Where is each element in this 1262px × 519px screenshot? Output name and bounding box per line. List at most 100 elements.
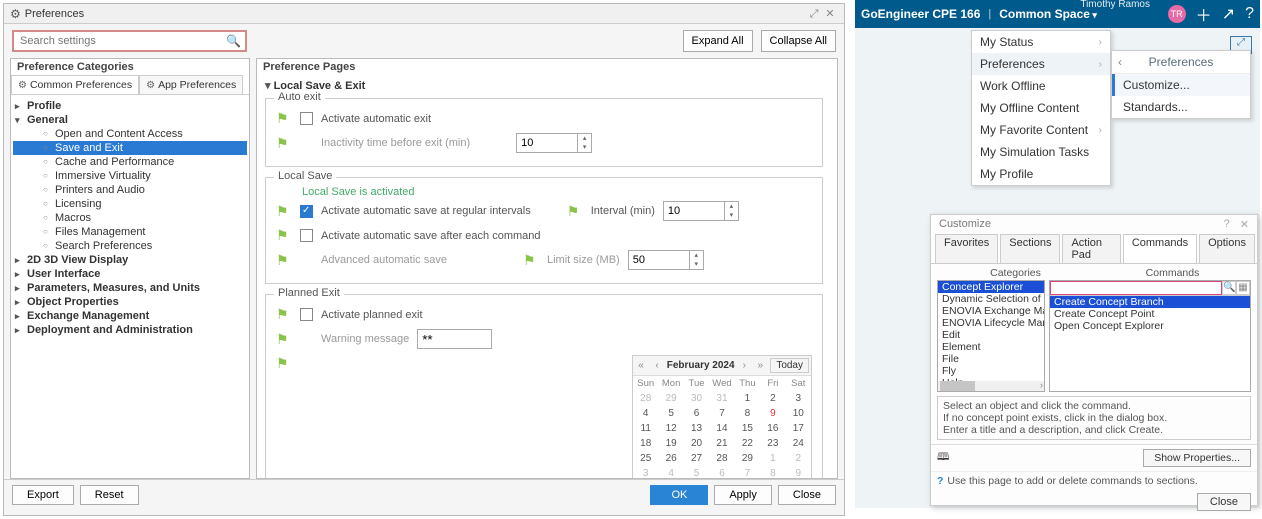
export-button[interactable]: Export [12, 485, 74, 505]
calendar-day[interactable]: 7 [709, 406, 734, 421]
help-icon[interactable]: ? [1245, 5, 1254, 23]
commands-listbox[interactable]: 🔍▦ Create Concept Branch Create Concept … [1049, 280, 1251, 392]
category-item[interactable]: Dynamic Selection of Instances [938, 293, 1044, 305]
tree-files-management[interactable]: Files Management [13, 225, 247, 239]
tab-commands[interactable]: Commands [1123, 234, 1197, 263]
calendar-day[interactable]: 6 [684, 406, 709, 421]
tree-2d3d-view[interactable]: 2D 3D View Display [13, 253, 247, 267]
menu-my-status[interactable]: My Status› [972, 31, 1110, 53]
tree-macros[interactable]: Macros [13, 211, 247, 225]
calendar-day[interactable]: 9 [786, 466, 811, 478]
tree-general[interactable]: General [13, 113, 247, 127]
menu-work-offline[interactable]: Work Offline [972, 75, 1110, 97]
input-inactivity-time[interactable]: ▴▾ [516, 133, 592, 153]
category-item[interactable]: Fly [938, 365, 1044, 377]
tree-search-preferences[interactable]: Search Preferences [13, 239, 247, 253]
show-properties-button[interactable]: Show Properties... [1143, 449, 1251, 467]
apply-button[interactable]: Apply [714, 485, 772, 505]
cal-next-year-icon[interactable]: » [752, 360, 768, 371]
calendar-day[interactable]: 1 [760, 451, 785, 466]
calendar-day[interactable]: 10 [786, 406, 811, 421]
tab-action-pad[interactable]: Action Pad [1062, 234, 1120, 263]
calendar-day[interactable]: 29 [658, 391, 683, 406]
checkbox-activate-auto-exit[interactable] [300, 112, 313, 125]
expand-all-button[interactable]: Expand All [683, 30, 753, 52]
calendar-day[interactable]: 3 [786, 391, 811, 406]
calendar-day[interactable]: 21 [709, 436, 734, 451]
calendar-day[interactable]: 24 [786, 436, 811, 451]
calendar-day[interactable]: 17 [786, 421, 811, 436]
category-item[interactable]: File [938, 353, 1044, 365]
back-icon[interactable]: ‹ [1118, 55, 1122, 69]
search-icon[interactable]: 🔍 [226, 34, 241, 48]
categories-listbox[interactable]: Concept Explorer Dynamic Selection of In… [937, 280, 1045, 392]
calendar-day[interactable]: 4 [633, 406, 658, 421]
calendar-day[interactable]: 2 [760, 391, 785, 406]
search-icon[interactable]: 🔍 [1222, 281, 1236, 295]
calendar-day[interactable]: 27 [684, 451, 709, 466]
submenu-customize[interactable]: Customize... [1112, 74, 1250, 96]
category-item[interactable]: ENOVIA Lifecycle Management [938, 317, 1044, 329]
calendar-day[interactable]: 4 [658, 466, 683, 478]
calendar-day[interactable]: 12 [658, 421, 683, 436]
calendar-day[interactable]: 8 [760, 466, 785, 478]
tab-sections[interactable]: Sections [1000, 234, 1060, 263]
tree-immersive-virtuality[interactable]: Immersive Virtuality [13, 169, 247, 183]
reset-button[interactable]: Reset [80, 485, 139, 505]
menu-offline-content[interactable]: My Offline Content [972, 97, 1110, 119]
tree-open-content-access[interactable]: Open and Content Access [13, 127, 247, 141]
cal-today-button[interactable]: Today [770, 358, 809, 373]
commands-search-input[interactable] [1050, 281, 1222, 295]
tree-cache-performance[interactable]: Cache and Performance [13, 155, 247, 169]
calendar-day[interactable]: 9 [760, 406, 785, 421]
calendar-day[interactable]: 31 [709, 391, 734, 406]
calendar-day[interactable]: 26 [658, 451, 683, 466]
calendar-day[interactable]: 3 [633, 466, 658, 478]
dialog-help-icon[interactable]: ? [1224, 218, 1230, 231]
menu-my-profile[interactable]: My Profile [972, 163, 1110, 185]
dialog-close-icon[interactable]: ✕ [1240, 218, 1249, 231]
calendar[interactable]: « ‹ February 2024 › » Today SunMonTueWed… [632, 355, 812, 478]
command-item[interactable]: Create Concept Point [1050, 308, 1250, 320]
customize-close-button[interactable]: Close [1197, 493, 1251, 511]
calendar-day[interactable]: 8 [735, 406, 760, 421]
calendar-day[interactable]: 23 [760, 436, 785, 451]
collapse-all-button[interactable]: Collapse All [761, 30, 836, 52]
tree-deployment-admin[interactable]: Deployment and Administration [13, 323, 247, 337]
avatar[interactable]: TR [1168, 5, 1186, 23]
calendar-day[interactable]: 29 [735, 451, 760, 466]
calendar-day[interactable]: 13 [684, 421, 709, 436]
calendar-day[interactable]: 28 [633, 391, 658, 406]
tab-common-preferences[interactable]: ⚙Common Preferences [11, 75, 139, 94]
calendar-day[interactable]: 30 [684, 391, 709, 406]
share-icon[interactable]: ↗ [1222, 4, 1235, 24]
calendar-day[interactable]: 15 [735, 421, 760, 436]
tree-save-and-exit[interactable]: Save and Exit [13, 141, 247, 155]
calendar-day[interactable]: 6 [709, 466, 734, 478]
calendar-day[interactable]: 1 [735, 391, 760, 406]
cal-prev-month-icon[interactable]: ‹ [649, 360, 665, 371]
section-local-save-exit[interactable]: Local Save & Exit [265, 77, 823, 94]
input-interval[interactable]: ▴▾ [663, 201, 739, 221]
search-input[interactable] [12, 30, 247, 52]
checkbox-save-intervals[interactable] [300, 205, 313, 218]
menu-preferences[interactable]: Preferences› [972, 53, 1110, 75]
input-limit-size[interactable]: ▴▾ [628, 250, 704, 270]
ok-button[interactable]: OK [650, 485, 708, 505]
menu-favorite-content[interactable]: My Favorite Content› [972, 119, 1110, 141]
close-window-icon[interactable]: ✕ [822, 4, 838, 24]
calendar-day[interactable]: 5 [684, 466, 709, 478]
tree-licensing[interactable]: Licensing [13, 197, 247, 211]
tree-object-properties[interactable]: Object Properties [13, 295, 247, 309]
input-warning-msg[interactable] [417, 329, 492, 349]
category-item[interactable]: Concept Explorer [938, 281, 1044, 293]
tree-exchange-management[interactable]: Exchange Management [13, 309, 247, 323]
calendar-day[interactable]: 2 [786, 451, 811, 466]
calendar-day[interactable]: 5 [658, 406, 683, 421]
command-item[interactable]: Create Concept Branch [1050, 296, 1250, 308]
cal-next-month-icon[interactable]: › [736, 360, 752, 371]
tree-printers-audio[interactable]: Printers and Audio [13, 183, 247, 197]
submenu-standards[interactable]: Standards... [1112, 96, 1250, 118]
tab-options[interactable]: Options [1199, 234, 1255, 263]
cal-prev-year-icon[interactable]: « [633, 360, 649, 371]
